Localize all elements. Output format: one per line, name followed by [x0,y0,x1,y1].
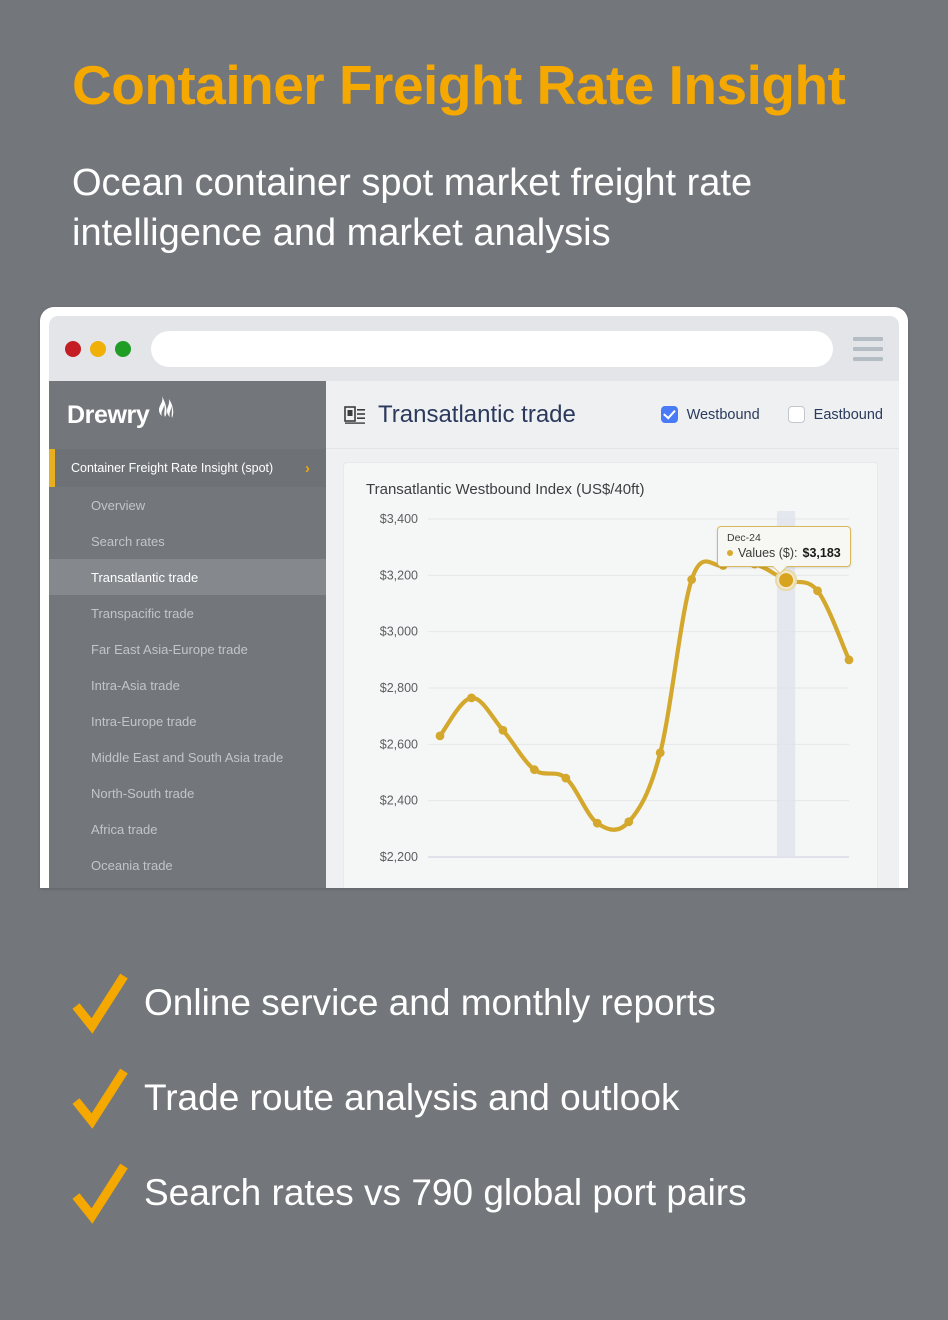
chart-data-point[interactable] [435,731,445,741]
sidebar-item-label: Overview [91,497,146,513]
checkbox-westbound-label: Westbound [686,406,760,423]
chart-data-point[interactable] [655,748,665,758]
feature-label: Trade route analysis and outlook [144,1076,680,1118]
sidebar-item-label: Intra-Europe trade [91,713,197,729]
checkbox-eastbound-label: Eastbound [813,406,883,423]
sidebar-item-oceania-trade[interactable]: Oceania trade [49,847,326,883]
direction-toggle-group: Westbound Eastbound [660,406,883,423]
checkbox-eastbound[interactable]: Eastbound [787,406,883,423]
browser-menu-icon[interactable] [853,336,883,361]
sidebar-item-label: Search rates [91,533,165,549]
window-controls [65,340,131,357]
y-axis-tick-label: $3,400 [380,512,418,526]
chart-data-point[interactable] [467,693,476,703]
sidebar-item-intra-asia-trade[interactable]: Intra-Asia trade [49,667,326,703]
main-content: Transatlantic trade Westbound Eastbound [326,381,899,888]
content-title: Transatlantic trade [378,400,576,428]
sidebar-nav-list: Overview Search rates Transatlantic trade T… [49,487,326,883]
page-subtitle: Ocean container spot market freight rate… [72,162,753,254]
y-axis-tick-label: $3,000 [380,625,418,639]
tooltip-date: Dec-24 [727,532,761,544]
browser-viewport: Drewry Container Freight Rate Insight (s… [49,316,899,888]
sidebar-item-transatlantic-trade[interactable]: Transatlantic trade [49,559,326,595]
sidebar-item-intra-europe-trade[interactable]: Intra-Europe trade [49,703,326,739]
sidebar: Drewry Container Freight Rate Insight (s… [49,381,326,888]
y-axis-tick-label: $2,800 [380,681,418,695]
sidebar-item-overview[interactable]: Overview [49,487,326,523]
tooltip-value-row: Values ($): $3,183 [727,546,841,560]
feature-list: Online service and monthly reports Trade … [72,955,892,1240]
check-mark-icon [72,1067,144,1129]
sidebar-item-label: North-South trade [91,785,195,801]
sidebar-item-label: Transpacific trade [91,605,194,621]
chart-title: Transatlantic Westbound Index (US$/40ft) [366,481,645,498]
sidebar-item-label: Oceania trade [91,857,173,873]
report-document-icon [344,405,366,425]
close-window-button[interactable] [65,340,81,357]
sidebar-item-transpacific-trade[interactable]: Transpacific trade [49,595,326,631]
checkbox-westbound-box[interactable] [660,406,678,423]
check-mark-icon [72,972,144,1034]
y-axis-tick-label: $3,200 [380,568,418,582]
chart-data-point[interactable] [844,655,854,665]
sidebar-section-label: Container Freight Rate Insight (spot) [71,461,274,475]
promo-page: Container Freight Rate Insight Ocean con… [0,0,948,1320]
sidebar-section-header[interactable]: Container Freight Rate Insight (spot) › [49,449,326,487]
feature-label: Search rates vs 790 global port pairs [144,1171,747,1213]
browser-window: Drewry Container Freight Rate Insight (s… [40,307,908,888]
checkbox-westbound[interactable]: Westbound [660,406,760,423]
tooltip-arrow-icon [772,566,788,574]
sidebar-item-africa-trade[interactable]: Africa trade [49,811,326,847]
sidebar-item-label: Africa trade [91,821,158,837]
minimize-window-button[interactable] [90,340,106,357]
brand-logo[interactable]: Drewry [49,381,326,449]
chart-data-point[interactable] [813,586,822,596]
y-axis-tick-label: $2,200 [380,850,418,864]
feature-item: Search rates vs 790 global port pairs [72,1145,892,1240]
series-marker-icon [727,550,733,556]
feature-item: Online service and monthly reports [72,955,892,1050]
app-body: Drewry Container Freight Rate Insight (s… [49,381,899,888]
y-axis-tick-label: $2,400 [380,794,418,808]
flame-icon [150,394,176,429]
chart-data-point[interactable] [592,818,602,828]
feature-item: Trade route analysis and outlook [72,1050,892,1145]
page-title: Container Freight Rate Insight [72,54,846,116]
chart-data-point[interactable] [624,817,634,827]
y-axis-tick-label: $2,600 [380,737,418,751]
sidebar-item-search-rates[interactable]: Search rates [49,523,326,559]
tooltip-series-label: Values ($): [738,546,798,560]
chevron-right-icon: › [305,459,310,477]
brand-name: Drewry [67,400,150,429]
browser-titlebar [49,316,899,381]
sidebar-item-label: Intra-Asia trade [91,677,180,693]
check-mark-icon [72,1162,144,1224]
feature-label: Online service and monthly reports [144,981,716,1023]
maximize-window-button[interactable] [115,340,131,357]
chart-card: Transatlantic Westbound Index (US$/40ft)… [344,463,877,888]
content-header: Transatlantic trade Westbound Eastbound [326,381,899,449]
chart-data-point[interactable] [498,725,508,735]
chart-tooltip: Dec-24 Values ($): $3,183 [717,526,851,574]
sidebar-item-middle-east-and-south-asia-trade[interactable]: Middle East and South Asia trade [49,739,326,775]
sidebar-item-far-east-asia-europe-trade[interactable]: Far East Asia-Europe trade [49,631,326,667]
sidebar-item-label: Middle East and South Asia trade [91,749,284,765]
chart-data-point[interactable] [561,773,571,783]
sidebar-item-label: Far East Asia-Europe trade [91,641,248,657]
sidebar-item-label: Transatlantic trade [91,569,199,585]
address-bar-input[interactable] [151,330,833,367]
checkbox-eastbound-box[interactable] [787,406,805,423]
sidebar-item-north-south-trade[interactable]: North-South trade [49,775,326,811]
chart-data-point[interactable] [687,575,697,584]
chart-data-point-selected[interactable] [779,573,794,588]
tooltip-value: $3,183 [802,546,841,560]
chart-data-point[interactable] [529,765,539,775]
